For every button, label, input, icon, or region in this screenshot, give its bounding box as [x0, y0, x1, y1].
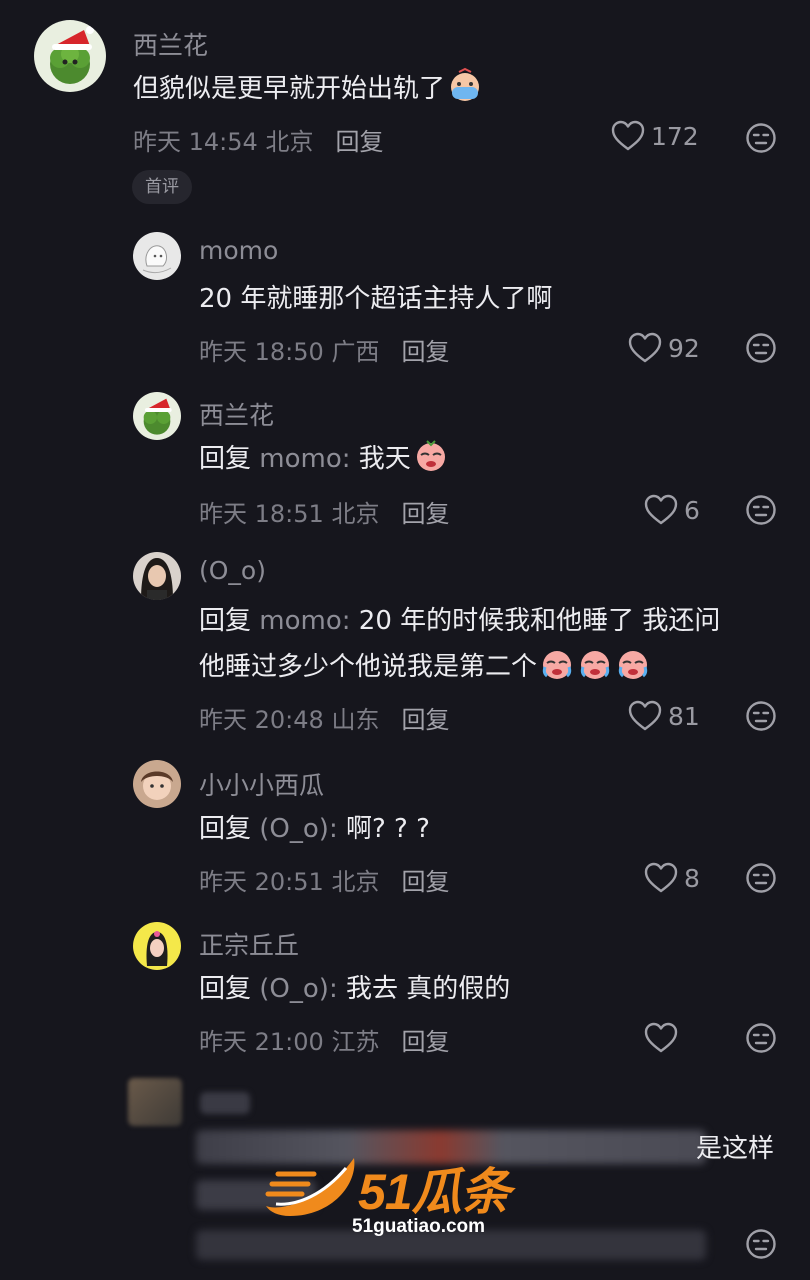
reply-text: 回复 (O_o): 我去 真的假的: [199, 974, 511, 1004]
reply-button[interactable]: 回复: [401, 500, 449, 528]
reply-meta: 昨天 18:51 北京 回复: [199, 500, 450, 528]
reply-text: 20 年就睡那个超话主持人了啊: [199, 284, 553, 314]
avatar-broccoli[interactable]: [34, 20, 106, 92]
reply-text: 回复 momo: 20 年的时候我和他睡了 我还问: [199, 606, 721, 636]
reply-item: 西兰花 回复 momo: 我天 昨天 18:51 北京 回复 6: [0, 390, 810, 540]
like-button[interactable]: 6: [644, 494, 700, 526]
reply-text-line2: 他睡过多少个他说我是第二个: [199, 644, 651, 690]
dislike-face-icon[interactable]: [745, 1022, 777, 1054]
reply-meta: 昨天 20:51 北京 回复: [199, 868, 450, 896]
like-button[interactable]: 92: [628, 332, 700, 364]
heart-icon: [628, 700, 662, 731]
reply-button[interactable]: 回复: [401, 706, 449, 734]
avatar-o_o[interactable]: [133, 552, 181, 600]
comment-text: 但貌似是更早就开始出轨了: [133, 66, 483, 112]
first-comment-badge: 首评: [132, 170, 192, 204]
dislike-face-icon[interactable]: [745, 700, 777, 732]
heart-icon: [611, 120, 645, 151]
reply-button[interactable]: 回复: [401, 1028, 449, 1056]
like-button[interactable]: [644, 1022, 678, 1054]
dislike-face-icon[interactable]: [745, 1228, 777, 1260]
heart-icon: [644, 1022, 678, 1053]
watermark-url: 51guatiao.com: [352, 1216, 486, 1237]
dislike-face-icon[interactable]: [745, 494, 777, 526]
crying-face-emoji: [580, 651, 610, 679]
reply-button[interactable]: 回复: [401, 868, 449, 896]
like-count: 6: [684, 495, 700, 525]
blurred-username: [200, 1092, 250, 1114]
heart-icon: [644, 862, 678, 893]
heart-icon: [628, 332, 662, 363]
avatar-momo[interactable]: [133, 232, 181, 280]
top-comment: 西兰花 但貌似是更早就开始出轨了 昨天 14:54 北京 回复 172 首评: [0, 0, 810, 210]
avatar-qiuqiu[interactable]: [133, 922, 181, 970]
like-button[interactable]: 172: [611, 120, 699, 152]
reply-item: momo 20 年就睡那个超话主持人了啊 昨天 18:50 广西 回复 92: [0, 228, 810, 378]
crying-face-emoji: [618, 651, 648, 679]
reply-to-user[interactable]: momo:: [259, 444, 350, 474]
dislike-face-icon[interactable]: [745, 332, 777, 364]
avatar-broccoli[interactable]: [133, 392, 181, 440]
crying-face-emoji: [542, 651, 572, 679]
watermelon-logo-icon: [265, 1158, 355, 1216]
reply-text: 回复 (O_o): 啊? ? ?: [199, 814, 430, 844]
like-count: 8: [684, 863, 700, 893]
crying-face-emoji: [451, 67, 480, 101]
like-button[interactable]: 81: [628, 700, 700, 732]
reply-meta: 昨天 21:00 江苏 回复: [199, 1028, 450, 1056]
like-count: 81: [668, 701, 700, 731]
comment-meta: 昨天 14:54 北京 回复: [133, 128, 384, 156]
reply-meta: 昨天 20:48 山东 回复: [199, 706, 450, 734]
username[interactable]: 西兰花: [199, 396, 274, 432]
avatar-xiaoxigua[interactable]: [133, 760, 181, 808]
reply-to-user[interactable]: (O_o):: [259, 814, 337, 844]
comment-text-fragment: 是这样: [696, 1134, 775, 1164]
watermark-brand: 51瓜条: [358, 1164, 511, 1220]
reply-to-user[interactable]: momo:: [259, 606, 350, 636]
username[interactable]: (O_o): [199, 556, 266, 585]
reply-meta: 昨天 18:50 广西 回复: [199, 338, 450, 366]
heart-icon: [644, 494, 678, 525]
like-count: 92: [668, 333, 700, 363]
reply-text: 回复 momo: 我天: [199, 436, 449, 482]
reply-button[interactable]: 回复: [401, 338, 449, 366]
dislike-face-icon[interactable]: [745, 862, 777, 894]
reply-item: (O_o) 回复 momo: 20 年的时候我和他睡了 我还问 他睡过多少个他说…: [0, 550, 810, 740]
crying-face-emoji: [416, 440, 445, 471]
like-count: 172: [651, 121, 699, 151]
reply-item: 正宗丘丘 回复 (O_o): 我去 真的假的 昨天 21:00 江苏 回复: [0, 920, 810, 1070]
username[interactable]: 小小小西瓜: [199, 766, 324, 802]
username[interactable]: momo: [199, 236, 278, 265]
username[interactable]: 正宗丘丘: [199, 926, 299, 962]
reply-item: 小小小西瓜 回复 (O_o): 啊? ? ? 昨天 20:51 北京 回复 8: [0, 758, 810, 908]
reply-to-user[interactable]: (O_o):: [259, 974, 337, 1004]
dislike-face-icon[interactable]: [745, 122, 777, 154]
blurred-avatar: [128, 1078, 182, 1126]
watermark-logo: 51瓜条 51guatiao.com: [262, 1150, 544, 1242]
username[interactable]: 西兰花: [133, 26, 208, 62]
reply-button[interactable]: 回复: [335, 128, 383, 156]
like-button[interactable]: 8: [644, 862, 700, 894]
